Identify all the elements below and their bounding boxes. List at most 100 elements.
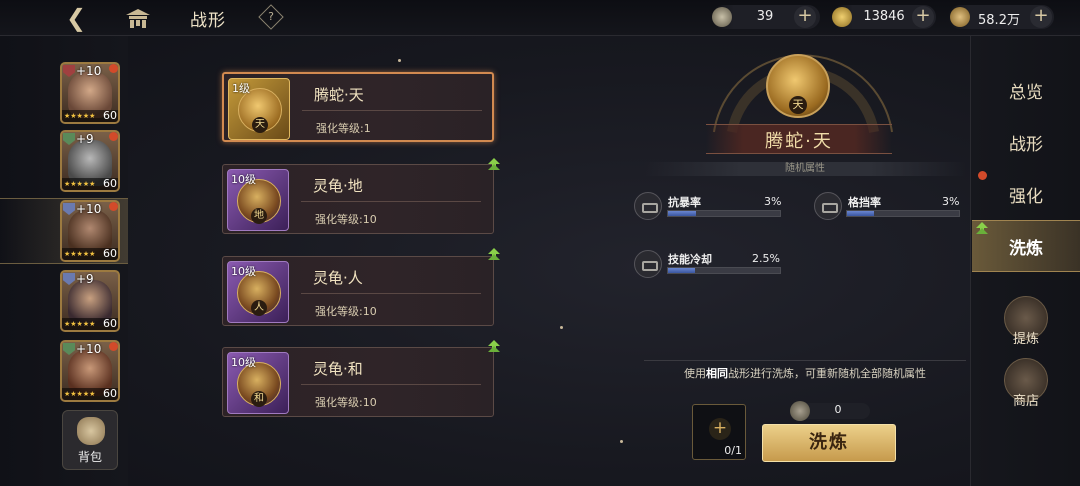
formation-char: 人 (251, 300, 267, 316)
cost-value: 0 (834, 403, 842, 416)
help-glyph: ? (268, 10, 274, 23)
attr-name: 抗暴率 (668, 196, 701, 209)
attr-name: 格挡率 (848, 196, 881, 209)
add-icon: + (709, 418, 731, 440)
refine-label[interactable]: 提炼 (992, 328, 1060, 347)
formation-card[interactable]: 人 10级 灵龟·人 强化等级:10 (222, 256, 494, 326)
add-coin-button[interactable]: + (1030, 6, 1052, 28)
hero-class-icon (63, 133, 75, 145)
hero-level: 60 (103, 247, 117, 260)
formation-card[interactable]: 和 10级 灵龟·和 强化等级:10 (222, 347, 494, 417)
coin-count: 58.2万 (978, 13, 1020, 28)
formation-enhance-level: 强化等级:10 (315, 396, 377, 409)
slot-count: 0/1 (724, 444, 742, 457)
attr-name: 技能冷却 (668, 253, 712, 266)
bag-icon (77, 417, 105, 445)
upgrade-arrow-icon (976, 222, 988, 234)
wash-button[interactable]: 洗炼 (762, 424, 896, 462)
formation-level: 10级 (231, 265, 256, 278)
sparkle (620, 440, 623, 443)
material-slot[interactable]: + 0/1 (692, 404, 746, 460)
hero-class-icon (63, 343, 75, 355)
coin-icon (950, 7, 970, 27)
hero-slot[interactable]: +9 ★★★★★ 60 (60, 270, 120, 332)
attr-value: 3% (942, 195, 960, 208)
formation-enhance-level: 强化等级:1 (316, 122, 371, 135)
attr-bar-fill (668, 211, 696, 216)
attr-bar (667, 267, 781, 274)
hero-level: 60 (103, 177, 117, 190)
hero-slot[interactable]: +9 ★★★★★ 60 (60, 130, 120, 192)
hero-slot[interactable]: +10 ★★★★★ 60 (60, 62, 120, 124)
tab-wash[interactable]: 洗炼 (988, 234, 1064, 259)
formation-name: 灵龟·和 (313, 360, 363, 378)
tab-enhance[interactable]: 强化 (988, 182, 1064, 207)
detail-name: 腾蛇·天 (765, 131, 833, 152)
attr-bar-fill (668, 268, 695, 273)
attr-bar-fill (847, 211, 874, 216)
hint-text: 使用 (684, 367, 706, 380)
hint-emphasis: 相同 (706, 367, 728, 380)
upgrade-arrow-icon (488, 158, 500, 170)
detail-char: 天 (789, 96, 807, 114)
lock-icon[interactable] (634, 192, 662, 220)
attr-value: 3% (764, 195, 782, 208)
formation-name: 灵龟·人 (313, 269, 363, 287)
hero-plus: +10 (76, 202, 102, 216)
sparkle (398, 59, 401, 62)
formation-char: 天 (252, 117, 268, 133)
formation-icon: 人 10级 (227, 261, 289, 323)
formation-char: 地 (251, 208, 267, 224)
hint-text: 战形进行洗炼，可重新随机全部随机属性 (728, 367, 926, 380)
bag-label: 背包 (77, 450, 102, 464)
hero-plus: +10 (76, 342, 102, 356)
divider (301, 201, 481, 202)
hero-class-icon (63, 203, 75, 215)
attr-bar (846, 210, 960, 217)
attr-bar (667, 210, 781, 217)
lock-icon[interactable] (634, 250, 662, 278)
formation-name: 灵龟·地 (313, 177, 363, 195)
hero-plus: +9 (76, 132, 94, 146)
hero-class-icon (63, 273, 75, 285)
hero-level: 60 (103, 317, 117, 330)
upgrade-arrow-icon (488, 248, 500, 260)
home-icon[interactable] (124, 7, 152, 29)
formation-name: 腾蛇·天 (314, 86, 364, 104)
attr-value: 2.5% (752, 252, 780, 265)
lock-icon[interactable] (814, 192, 842, 220)
formation-enhance-level: 强化等级:10 (315, 305, 377, 318)
formation-enhance-level: 强化等级:10 (315, 213, 377, 226)
hero-slot-selected[interactable]: +10 ★★★★★ 60 (60, 200, 120, 262)
formation-level: 10级 (231, 356, 256, 369)
hero-plus: +10 (76, 64, 102, 78)
formation-level: 1级 (232, 82, 250, 95)
hero-level: 60 (103, 109, 117, 122)
notification-dot (109, 342, 118, 351)
wash-hint: 使用相同战形进行洗炼，可重新随机全部随机属性 (644, 365, 966, 381)
formation-card-selected[interactable]: 天 1级 腾蛇·天 强化等级:1 (222, 72, 494, 142)
add-gold-button[interactable]: + (912, 6, 934, 28)
upgrade-arrow-icon (488, 340, 500, 352)
hero-slot[interactable]: +10 ★★★★★ 60 (60, 340, 120, 402)
formation-card[interactable]: 地 10级 灵龟·地 强化等级:10 (222, 164, 494, 234)
divider (301, 293, 481, 294)
back-arrow-icon[interactable]: ❮ (60, 6, 92, 30)
tab-overview[interactable]: 总览 (988, 78, 1064, 103)
random-attr-title: 随机属性 (785, 163, 825, 174)
divider (301, 384, 481, 385)
snake-emblem-icon: 天 (766, 54, 830, 118)
formation-icon: 天 1级 (228, 78, 290, 140)
shop-label[interactable]: 商店 (992, 390, 1060, 409)
notification-dot (109, 64, 118, 73)
formation-char: 和 (251, 391, 267, 407)
formation-icon: 地 10级 (227, 169, 289, 231)
formation-icon: 和 10级 (227, 352, 289, 414)
hero-plus: +9 (76, 272, 94, 286)
notification-dot (978, 171, 987, 180)
bag-button[interactable]: 背包 (62, 410, 118, 470)
hero-level: 60 (103, 387, 117, 400)
sparkle (560, 326, 563, 329)
tab-formation[interactable]: 战形 (988, 130, 1064, 155)
formation-level: 10级 (231, 173, 256, 186)
